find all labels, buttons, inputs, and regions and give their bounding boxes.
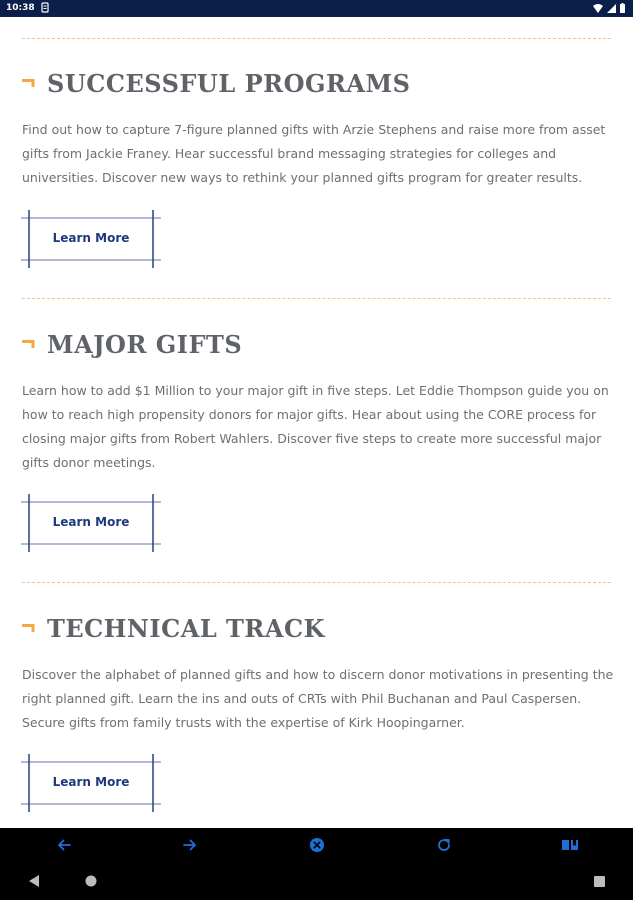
- section-description: Learn how to add $1 Million to your majo…: [22, 383, 609, 470]
- section-marker-icon: [22, 624, 35, 632]
- section-marker-icon: [22, 79, 35, 87]
- learn-more-label: Learn More: [52, 231, 130, 245]
- signal-icon: [607, 3, 616, 13]
- section-title: MAJOR GIFTS: [47, 330, 243, 359]
- section-divider: [22, 38, 611, 39]
- page-content: SUCCESSFUL PROGRAMS Find out how to capt…: [0, 17, 633, 828]
- learn-more-label: Learn More: [52, 775, 130, 789]
- section-description: Find out how to capture 7-figure planned…: [22, 122, 606, 185]
- bookmarks-icon[interactable]: [561, 836, 579, 854]
- status-icons: [593, 3, 625, 13]
- wifi-icon: [593, 3, 603, 13]
- learn-more-button[interactable]: Learn More: [21, 494, 161, 552]
- status-bar: 10:38: [0, 0, 633, 17]
- learn-more-button[interactable]: Learn More: [21, 210, 161, 268]
- back-arrow-icon[interactable]: [55, 836, 73, 854]
- nav-recents-icon[interactable]: [594, 876, 605, 887]
- notification-icon: [41, 2, 49, 13]
- nav-home-icon[interactable]: [85, 875, 97, 887]
- section-description: Discover the alphabet of planned gifts a…: [22, 667, 614, 730]
- browser-toolbar: [0, 828, 633, 862]
- section-header: MAJOR GIFTS: [22, 330, 242, 359]
- battery-icon: [620, 3, 625, 13]
- system-navigation-bar: [0, 862, 633, 900]
- section-title: SUCCESSFUL PROGRAMS: [47, 69, 411, 98]
- section-header: SUCCESSFUL PROGRAMS: [22, 69, 410, 98]
- section-title: TECHNICAL TRACK: [47, 614, 325, 643]
- section-divider: [22, 582, 611, 583]
- learn-more-button[interactable]: Learn More: [21, 754, 161, 812]
- section-divider: [22, 298, 611, 299]
- close-circle-icon[interactable]: [308, 836, 326, 854]
- learn-more-label: Learn More: [52, 515, 130, 529]
- nav-back-icon[interactable]: [29, 875, 40, 887]
- status-time: 10:38: [6, 3, 35, 13]
- section-marker-icon: [22, 340, 35, 348]
- section-header: TECHNICAL TRACK: [22, 614, 325, 643]
- forward-arrow-icon[interactable]: [181, 836, 199, 854]
- refresh-icon[interactable]: [435, 836, 453, 854]
